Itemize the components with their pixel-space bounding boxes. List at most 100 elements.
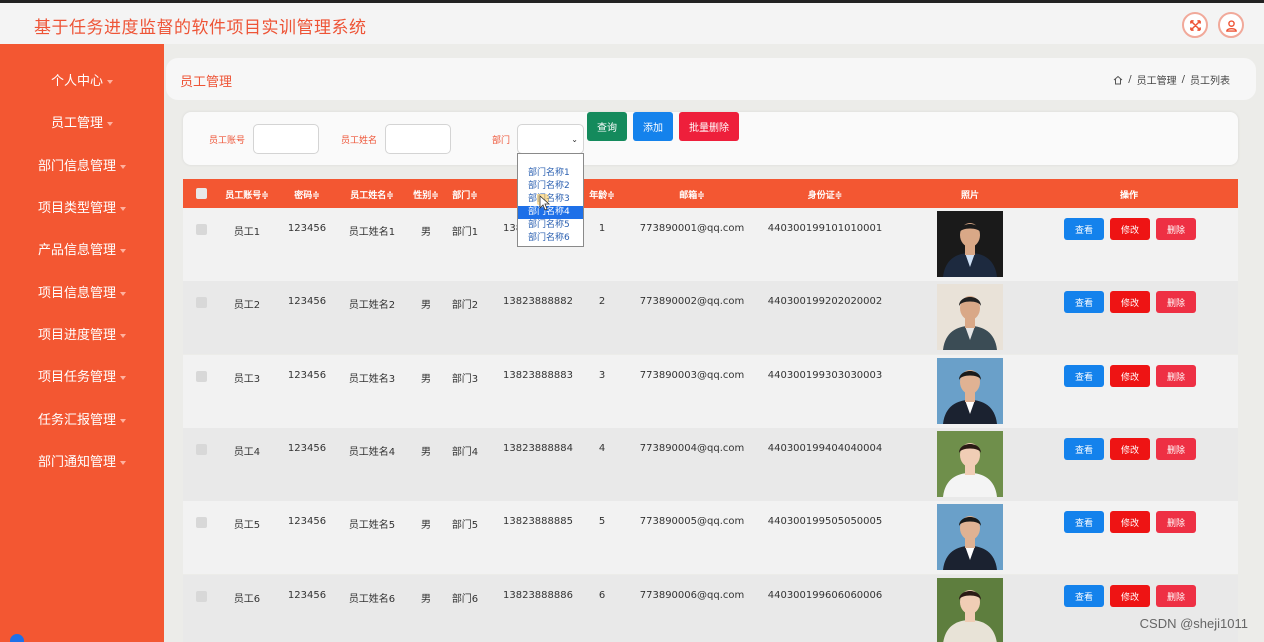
cell-name: 员工姓名5 xyxy=(348,520,396,531)
caret-down-icon xyxy=(120,164,126,169)
table-row: 员工3 123456 员工姓名3 男 部门3 13823888883 3 773890003@… xyxy=(183,355,1238,428)
delete-button[interactable]: 删除 xyxy=(1156,291,1196,313)
cell-email: 773890004@qq.com xyxy=(639,443,745,454)
home-icon[interactable] xyxy=(1113,75,1123,85)
cell-phone: 13823888885 xyxy=(503,516,573,527)
view-button[interactable]: 查看 xyxy=(1064,585,1104,607)
sort-icon: ≑ xyxy=(431,191,439,201)
col-email[interactable]: 邮箱≑ xyxy=(679,188,705,201)
row-checkbox[interactable] xyxy=(196,371,207,382)
cell-dept: 部门4 xyxy=(451,447,479,458)
col-dept[interactable]: 部门≑ xyxy=(452,188,478,201)
cell-age: 2 xyxy=(598,296,606,307)
col-idcard[interactable]: 身份证≑ xyxy=(808,188,843,201)
sidebar-item-department[interactable]: 部门信息管理 xyxy=(0,155,164,174)
sort-icon: ≑ xyxy=(312,191,320,201)
cell-idcard: 440300199303030003 xyxy=(767,370,883,381)
cell-password: 123456 xyxy=(287,370,327,381)
delete-button[interactable]: 删除 xyxy=(1156,438,1196,460)
sidebar-item-project-task[interactable]: 项目任务管理 xyxy=(0,366,164,385)
view-button[interactable]: 查看 xyxy=(1064,218,1104,240)
cell-account: 员工5 xyxy=(233,520,261,531)
row-checkbox[interactable] xyxy=(196,224,207,235)
query-button[interactable]: 查询 xyxy=(587,112,627,141)
sidebar-item-task-report[interactable]: 任务汇报管理 xyxy=(0,409,164,428)
col-photo: 照片 xyxy=(960,191,980,201)
chevron-down-icon: ⌄ xyxy=(571,135,578,144)
edit-button[interactable]: 修改 xyxy=(1110,511,1150,533)
edit-button[interactable]: 修改 xyxy=(1110,218,1150,240)
cell-password: 123456 xyxy=(287,443,327,454)
fullscreen-icon[interactable] xyxy=(1182,12,1208,38)
scroll-indicator[interactable] xyxy=(10,634,24,642)
sort-icon: ≑ xyxy=(607,191,615,201)
table-row: 员工2 123456 员工姓名2 男 部门2 13823888882 2 773890002@… xyxy=(183,281,1238,354)
edit-button[interactable]: 修改 xyxy=(1110,291,1150,313)
sidebar-item-staff[interactable]: 员工管理 xyxy=(0,112,164,131)
name-input[interactable] xyxy=(385,124,451,154)
caret-down-icon xyxy=(120,375,126,380)
select-all-checkbox[interactable] xyxy=(196,188,207,199)
sidebar-item-personal-center[interactable]: 个人中心 xyxy=(0,70,164,89)
sidebar-item-project-type[interactable]: 项目类型管理 xyxy=(0,197,164,216)
row-checkbox[interactable] xyxy=(196,591,207,602)
delete-button[interactable]: 删除 xyxy=(1156,511,1196,533)
view-button[interactable]: 查看 xyxy=(1064,291,1104,313)
cell-phone: 13823888882 xyxy=(503,296,573,307)
cell-dept: 部门5 xyxy=(451,520,479,531)
dept-option[interactable]: 部门名称6 xyxy=(518,232,583,245)
cell-account: 员工6 xyxy=(233,594,261,605)
cell-account: 员工4 xyxy=(233,447,261,458)
batch-delete-button[interactable]: 批量删除 xyxy=(679,112,739,141)
edit-button[interactable]: 修改 xyxy=(1110,365,1150,387)
col-gender[interactable]: 性别≑ xyxy=(413,188,439,201)
delete-button[interactable]: 删除 xyxy=(1156,218,1196,240)
col-password[interactable]: 密码≑ xyxy=(294,188,320,201)
row-checkbox[interactable] xyxy=(196,517,207,528)
employee-photo xyxy=(937,358,1003,424)
col-account[interactable]: 员工账号≑ xyxy=(225,188,269,201)
table-row: 员工5 123456 员工姓名5 男 部门5 13823888885 5 773890005@… xyxy=(183,501,1238,574)
user-icon[interactable] xyxy=(1218,12,1244,38)
dept-label: 部门 xyxy=(492,136,511,146)
dept-option[interactable]: 部门名称5 xyxy=(518,219,583,232)
view-button[interactable]: 查看 xyxy=(1064,511,1104,533)
edit-button[interactable]: 修改 xyxy=(1110,585,1150,607)
table-row: 员工4 123456 员工姓名4 男 部门4 13823888884 4 773890004@… xyxy=(183,428,1238,501)
sidebar-item-project-progress[interactable]: 项目进度管理 xyxy=(0,324,164,343)
page-header: 员工管理 / 员工管理 / 员工列表 xyxy=(166,58,1256,100)
cell-dept: 部门3 xyxy=(451,374,479,385)
cell-dept: 部门6 xyxy=(451,594,479,605)
edit-button[interactable]: 修改 xyxy=(1110,438,1150,460)
account-input[interactable] xyxy=(253,124,319,154)
view-button[interactable]: 查看 xyxy=(1064,438,1104,460)
watermark: CSDN @sheji1011 xyxy=(1139,616,1248,631)
delete-button[interactable]: 删除 xyxy=(1156,365,1196,387)
caret-down-icon xyxy=(120,291,126,296)
col-name[interactable]: 员工姓名≑ xyxy=(350,188,394,201)
sidebar-item-project-info[interactable]: 项目信息管理 xyxy=(0,282,164,301)
page-title: 员工管理 xyxy=(180,75,233,90)
view-button[interactable]: 查看 xyxy=(1064,365,1104,387)
caret-down-icon xyxy=(120,248,126,253)
cell-dept: 部门2 xyxy=(451,300,479,311)
cell-age: 4 xyxy=(598,443,606,454)
cell-gender: 男 xyxy=(421,520,431,531)
sidebar-item-product[interactable]: 产品信息管理 xyxy=(0,239,164,258)
cell-age: 3 xyxy=(598,370,606,381)
app-title: 基于任务进度监督的软件项目实训管理系统 xyxy=(34,18,367,38)
col-actions: 操作 xyxy=(1119,191,1139,201)
cell-dept: 部门1 xyxy=(451,227,479,238)
sidebar-item-dept-notice[interactable]: 部门通知管理 xyxy=(0,451,164,470)
cell-account: 员工3 xyxy=(233,374,261,385)
dept-option[interactable]: 部门名称1 xyxy=(518,167,583,180)
dept-select[interactable]: ⌄ xyxy=(517,124,584,154)
row-checkbox[interactable] xyxy=(196,297,207,308)
delete-button[interactable]: 删除 xyxy=(1156,585,1196,607)
dept-option[interactable]: 部门名称2 xyxy=(518,180,583,193)
breadcrumb-item[interactable]: 员工管理 xyxy=(1137,72,1177,87)
col-age[interactable]: 年龄≑ xyxy=(589,188,615,201)
sort-icon: ≑ xyxy=(386,191,394,201)
row-checkbox[interactable] xyxy=(196,444,207,455)
add-button[interactable]: 添加 xyxy=(633,112,673,141)
